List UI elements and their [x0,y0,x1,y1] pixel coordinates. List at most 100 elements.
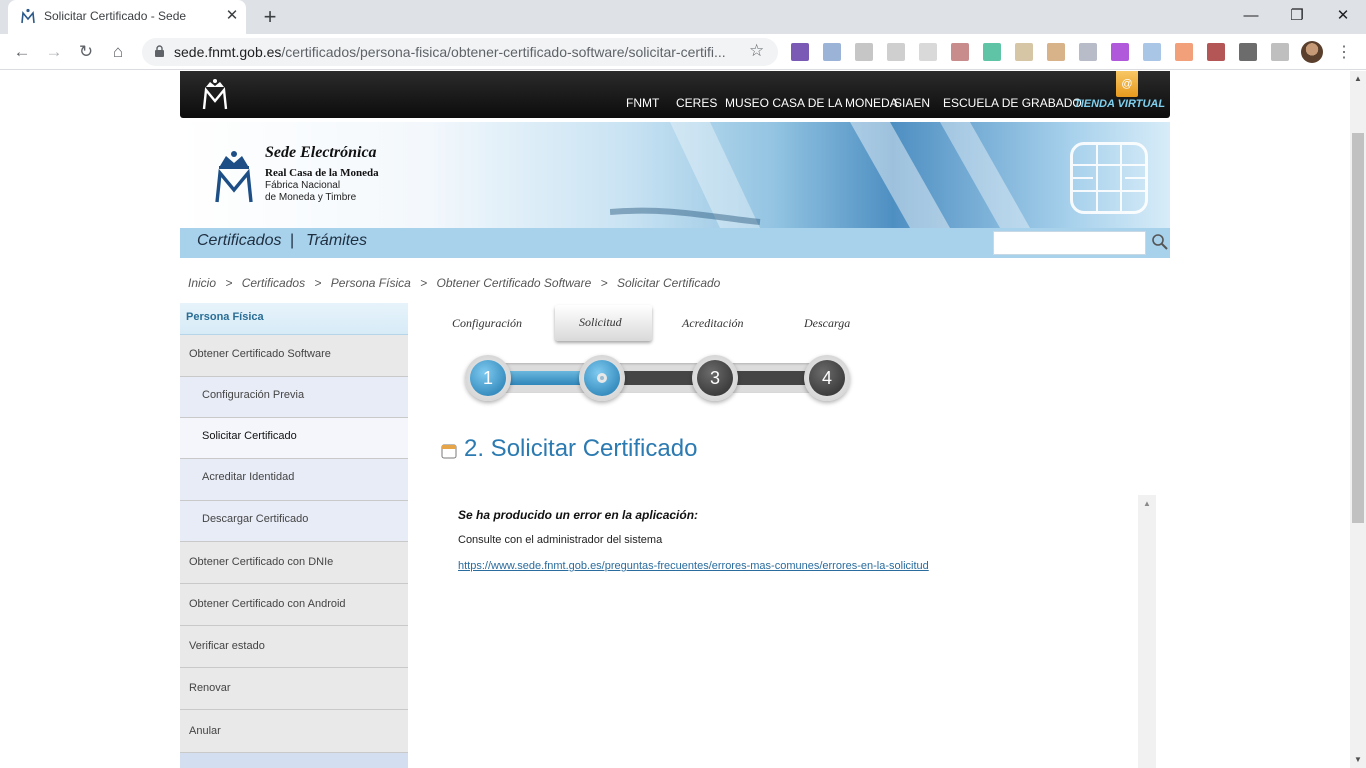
bookmark-star-icon[interactable]: ☆ [749,41,764,61]
extension-icon[interactable] [1079,43,1097,61]
extension-icon[interactable] [1239,43,1257,61]
sidebar-item-android[interactable]: Obtener Certificado con Android [180,584,408,626]
calendar-icon [441,444,457,459]
url-text: sede.fnmt.gob.es/certificados/persona-fi… [174,44,726,60]
url-host: sede.fnmt.gob.es [174,44,282,60]
extension-icon[interactable] [1143,43,1161,61]
step-3-number: 3 [697,360,733,396]
breadcrumb-separator: > [600,276,608,290]
extension-icon[interactable] [1015,43,1033,61]
extension-icon[interactable] [919,43,937,61]
step-label-descarga: Descarga [804,316,851,330]
sidebar-item-obtener-software[interactable]: Obtener Certificado Software [180,335,408,377]
scroll-up-arrow-icon[interactable]: ▲ [1143,499,1151,508]
error-message: Consulte con el administrador del sistem… [458,534,663,546]
new-tab-button[interactable]: + [258,5,282,29]
extension-icon[interactable] [1047,43,1065,61]
sidebar-item-label: Obtener Certificado Software [189,348,331,360]
step-label-configuracion: Configuración [452,316,523,330]
step-2-current-icon [584,360,620,396]
sidebar-item-label: Anular [189,725,221,737]
panel-scrollbar[interactable]: ▲ [1138,495,1156,768]
browser-tab[interactable]: Solicitar Certificado - Sede ✕ [8,0,246,34]
browser-menu-icon[interactable]: ⋮ [1335,42,1353,62]
smartcard-chip-icon [1070,142,1148,214]
topnav-escuela-link[interactable]: ESCUELA DE GRABADO [943,96,1082,110]
rcm-title: Real Casa de la Moneda [265,167,379,179]
breadcrumb-separator: > [225,276,233,290]
section-navigation: Certificados | Trámites [180,228,1170,258]
sidebar-next-item [180,753,408,768]
minimize-button[interactable]: — [1236,4,1266,28]
sidebar-item-label: Obtener Certificado con DNIe [189,556,334,568]
fnmt-crown-logo-icon[interactable] [200,77,230,111]
sidebar-header[interactable]: Persona Física [180,303,408,335]
sidebar-header-label: Persona Física [186,311,264,323]
fnmt-favicon-icon [21,8,35,24]
sidebar-item-acreditar-identidad[interactable]: Acreditar Identidad [180,459,408,501]
extension-icon[interactable] [1111,43,1129,61]
sidebar-item-label: Obtener Certificado con Android [189,598,346,610]
extension-icon[interactable] [823,43,841,61]
sidebar-item-anular[interactable]: Anular [180,710,408,753]
extension-icon[interactable] [887,43,905,61]
topnav-ceres-link[interactable]: CERES [676,96,717,110]
shopping-bag-icon[interactable]: @ [1116,71,1138,97]
extension-icon[interactable] [1207,43,1225,61]
breadcrumb-current: Solicitar Certificado [616,276,721,290]
sidebar-item-configuracion-previa[interactable]: Configuración Previa [180,377,408,418]
topnav-museo-link[interactable]: MUSEO CASA DE LA MONEDA [725,96,898,110]
subnav-certificados-link[interactable]: Certificados [197,232,281,250]
sidebar-item-label: Configuración Previa [202,389,305,401]
sidebar-item-descargar-certificado[interactable]: Descargar Certificado [180,501,408,542]
reload-button[interactable]: ↻ [74,40,98,64]
subnav-tramites-link[interactable]: Trámites [306,232,367,250]
scrollbar-thumb[interactable] [1352,133,1364,523]
breadcrumb: Inicio > Certificados > Persona Física >… [188,276,726,290]
sidebar-item-label: Verificar estado [189,640,265,652]
home-button[interactable]: ⌂ [106,40,130,64]
top-navigation: FNMT CERES MUSEO CASA DE LA MONEDA SIAEN… [180,71,1170,118]
extension-icon[interactable] [1271,43,1289,61]
extension-icon[interactable] [855,43,873,61]
sidebar-item-dnie[interactable]: Obtener Certificado con DNIe [180,542,408,584]
error-faq-link[interactable]: https://www.sede.fnmt.gob.es/preguntas-f… [458,560,929,572]
topnav-fnmt-link[interactable]: FNMT [626,96,659,110]
scroll-down-arrow-icon[interactable]: ▼ [1350,752,1366,768]
breadcrumb-separator: > [420,276,428,290]
topnav-siaen-link[interactable]: SIAEN [894,96,930,110]
site-search-input[interactable] [993,231,1146,255]
extension-icon[interactable] [791,43,809,61]
close-window-button[interactable]: ✕ [1328,4,1358,28]
header-banner: Sede Electrónica Real Casa de la Moneda … [180,122,1170,228]
breadcrumb-certificados-link[interactable]: Certificados [242,276,305,290]
sidebar-item-label: Solicitar Certificado [202,430,297,442]
topnav-tienda-link[interactable]: TIENDA VIRTUAL [1074,98,1165,110]
sidebar-item-verificar-estado[interactable]: Verificar estado [180,626,408,668]
sidebar-item-renovar[interactable]: Renovar [180,668,408,710]
profile-avatar[interactable] [1301,41,1323,63]
scroll-up-arrow-icon[interactable]: ▲ [1350,71,1366,87]
extension-icon[interactable] [1175,43,1193,61]
restore-button[interactable]: ❐ [1282,4,1312,28]
tab-close-icon[interactable]: ✕ [223,7,241,25]
forward-button[interactable]: → [42,40,66,64]
sidebar-item-solicitar-certificado[interactable]: Solicitar Certificado [180,418,408,459]
step-4-number: 4 [809,360,845,396]
lock-icon [155,45,164,57]
step-indicator: Configuración Solicitud Acreditación Des… [438,303,868,413]
search-icon[interactable] [1151,233,1169,251]
extension-icon[interactable] [983,43,1001,61]
back-button[interactable]: ← [10,40,34,64]
breadcrumb-obtener-software-link[interactable]: Obtener Certificado Software [437,276,592,290]
address-bar[interactable]: sede.fnmt.gob.es/certificados/persona-fi… [142,38,778,66]
fnmt-crown-logo-icon[interactable] [212,148,256,204]
breadcrumb-persona-fisica-link[interactable]: Persona Física [331,276,411,290]
extension-icon[interactable] [951,43,969,61]
sede-title: Sede Electrónica [265,144,377,161]
page-viewport: FNMT CERES MUSEO CASA DE LA MONEDA SIAEN… [0,71,1350,768]
breadcrumb-separator: > [314,276,322,290]
breadcrumb-inicio-link[interactable]: Inicio [188,276,216,290]
page-scrollbar[interactable]: ▲ ▼ [1350,71,1366,768]
tab-strip: Solicitar Certificado - Sede ✕ + — ❐ ✕ [0,0,1366,34]
